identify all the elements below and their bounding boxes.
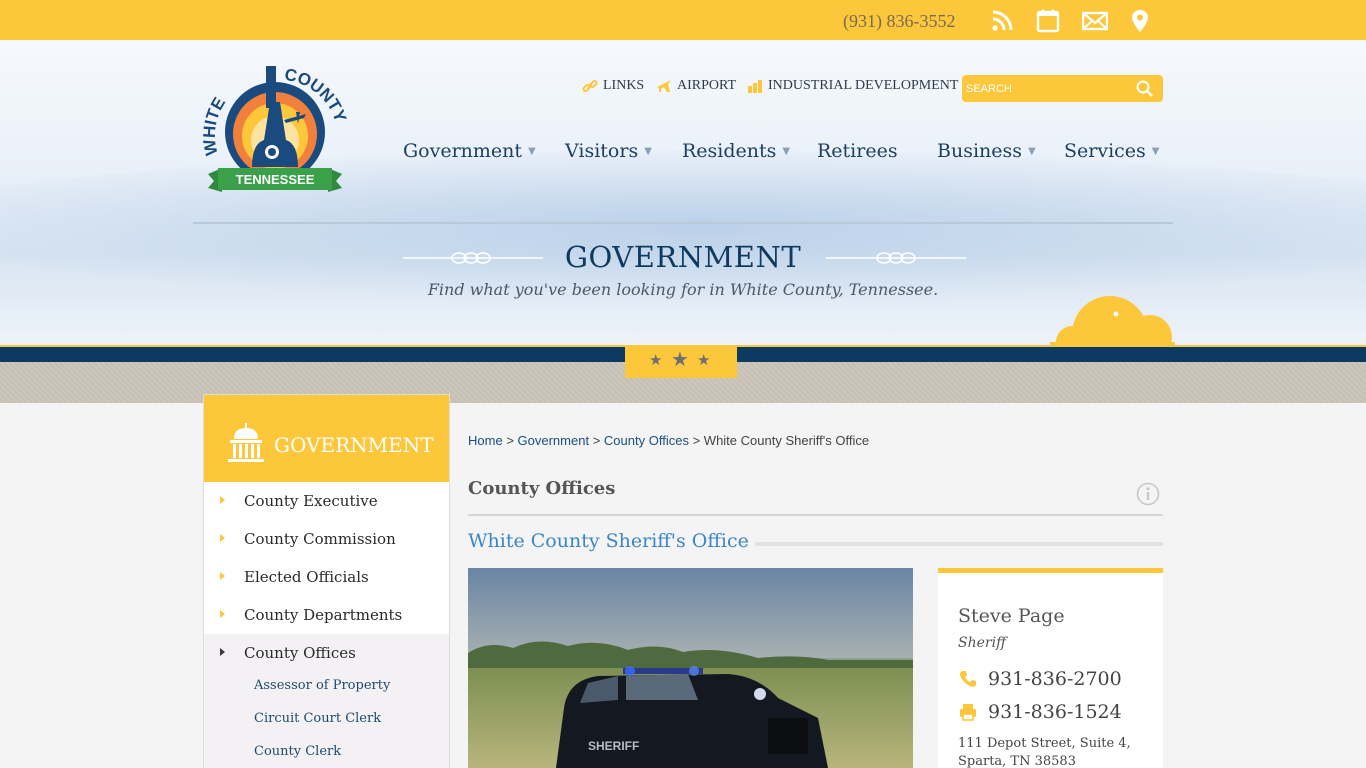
utility-link-airport[interactable]: AIRPORT <box>656 78 736 94</box>
caret-right-icon <box>220 648 225 656</box>
chevron-down-icon: ▼ <box>1151 145 1160 157</box>
airplane-icon <box>657 80 671 92</box>
contact-fax-row: 931-836-1524 <box>958 701 1122 723</box>
logo-banner-text: TENNESSEE <box>236 172 315 187</box>
sidebar-item-label: Elected Officials <box>244 568 369 586</box>
nav-visitors[interactable]: Visitors ▼ <box>565 140 652 162</box>
nav-residents[interactable]: Residents ▼ <box>682 140 790 162</box>
chevron-down-icon: ▼ <box>1028 145 1036 157</box>
utility-link-label: LINKS <box>603 78 645 93</box>
logo-arc-white: WHITE <box>200 94 229 157</box>
map-pin-icon[interactable] <box>1130 9 1150 33</box>
star-icon: ★ <box>671 347 689 371</box>
breadcrumb-home[interactable]: Home <box>468 433 503 448</box>
top-bar: (931) 836-3552 <box>0 0 1366 40</box>
sidebar-item-county-executive[interactable]: County Executive <box>204 482 449 520</box>
sidebar-subitem-circuit-court-clerk[interactable]: Circuit Court Clerk <box>254 711 381 726</box>
sidebar-item-label: County Departments <box>244 606 403 624</box>
phone-icon <box>960 671 976 687</box>
breadcrumb-government[interactable]: Government <box>518 433 590 448</box>
sidebar-item-label: County Commission <box>244 530 396 548</box>
sidebar-item-county-commission[interactable]: County Commission <box>204 520 449 558</box>
bar-chart-icon <box>748 80 762 93</box>
sidebar-subitem-assessor-of-property[interactable]: Assessor of Property <box>254 678 390 693</box>
section-divider <box>468 514 1163 516</box>
breadcrumb-separator: > <box>506 433 514 448</box>
breadcrumb-separator: > <box>692 433 701 448</box>
sidebar-subitem-county-clerk[interactable]: County Clerk <box>254 744 341 759</box>
sidebar-header: GOVERNMENT <box>204 395 449 482</box>
nav-government[interactable]: Government ▼ <box>403 140 536 162</box>
breadcrumb-county-offices[interactable]: County Offices <box>604 433 689 448</box>
caret-right-icon <box>220 610 225 618</box>
utility-link-links[interactable]: LINKS <box>582 78 644 94</box>
contact-role: Sheriff <box>958 635 1006 651</box>
info-icon[interactable] <box>1136 482 1160 506</box>
rss-icon[interactable] <box>990 9 1014 33</box>
star-ribbon: ★ ★ ★ <box>625 345 737 378</box>
sidebar-item-label: County Offices <box>244 644 356 662</box>
nav-label: Services <box>1064 140 1146 162</box>
sidebar-item-label: County Executive <box>244 492 378 510</box>
header-divider <box>193 222 1173 224</box>
search-input[interactable] <box>966 79 1126 98</box>
mail-icon[interactable] <box>1082 9 1108 33</box>
contact-card: Steve Page Sheriff 931-836-2700 931-836-… <box>938 568 1163 768</box>
chevron-down-icon: ▼ <box>782 145 791 157</box>
address-line-2: Sparta, TN 38583 <box>958 754 1076 768</box>
sidebar-item-county-departments[interactable]: County Departments <box>204 596 449 634</box>
top-phone-number[interactable]: (931) 836-3552 <box>843 11 955 32</box>
breadcrumb-separator: > <box>592 433 601 448</box>
sidebar-item-elected-officials[interactable]: Elected Officials <box>204 558 449 596</box>
sheriff-vehicle-photo: SHERIFF <box>468 568 913 768</box>
nav-label: Residents <box>682 140 777 162</box>
capitol-icon <box>228 423 264 462</box>
utility-link-label: AIRPORT <box>677 78 737 93</box>
calendar-icon[interactable] <box>1036 9 1060 33</box>
contact-fax: 931-836-1524 <box>988 701 1122 723</box>
utility-link-industrial-development[interactable]: INDUSTRIAL DEVELOPMENT <box>747 78 958 94</box>
nav-business[interactable]: Business ▼ <box>937 140 1036 162</box>
nav-label: Government <box>403 140 523 162</box>
caret-right-icon <box>220 534 225 542</box>
caret-right-icon <box>220 572 225 580</box>
page-heading: GOVERNMENT Find what you've been looking… <box>0 240 1366 299</box>
breadcrumb: Home > Government > County Offices > Whi… <box>468 433 869 448</box>
nav-services[interactable]: Services ▼ <box>1064 140 1160 162</box>
contact-address: 111 Depot Street, Suite 4, Sparta, TN 38… <box>958 735 1131 768</box>
contact-name: Steve Page <box>958 605 1065 627</box>
nav-label: Business <box>937 140 1023 162</box>
sun-cloud-icon <box>1050 296 1175 345</box>
chevron-down-icon: ▼ <box>644 145 652 157</box>
page-title: GOVERNMENT <box>564 240 802 274</box>
star-icon: ★ <box>649 351 663 369</box>
star-icon: ★ <box>697 351 711 369</box>
sidebar-title: GOVERNMENT <box>274 433 434 457</box>
nav-retirees[interactable]: Retirees <box>817 140 898 162</box>
sidebar: GOVERNMENT County Executive County Commi… <box>203 394 450 768</box>
contact-phone-row[interactable]: 931-836-2700 <box>958 668 1122 690</box>
page-heading-sheriff: White County Sheriff's Office <box>468 530 755 552</box>
white-county-logo[interactable]: TENNESSEE WHITE COUNTY <box>200 62 350 202</box>
svg-text:SHERIFF: SHERIFF <box>588 739 639 753</box>
search-icon[interactable] <box>1136 80 1153 97</box>
section-title: County Offices <box>468 478 616 499</box>
caret-right-icon <box>220 496 225 504</box>
breadcrumb-current: White County Sheriff's Office <box>703 433 870 448</box>
site-header: TENNESSEE WHITE COUNTY LINKS AIRPORT IND… <box>0 40 1366 345</box>
fax-printer-icon <box>960 704 976 721</box>
link-icon <box>582 79 598 93</box>
sidebar-item-county-offices[interactable]: County Offices <box>204 634 449 672</box>
nav-label: Visitors <box>565 140 639 162</box>
address-line-1: 111 Depot Street, Suite 4, <box>958 736 1131 751</box>
contact-phone[interactable]: 931-836-2700 <box>988 668 1122 690</box>
utility-link-label: INDUSTRIAL DEVELOPMENT <box>768 78 959 93</box>
chevron-down-icon: ▼ <box>528 145 536 157</box>
nav-label: Retirees <box>817 140 898 162</box>
search-box <box>962 75 1163 102</box>
